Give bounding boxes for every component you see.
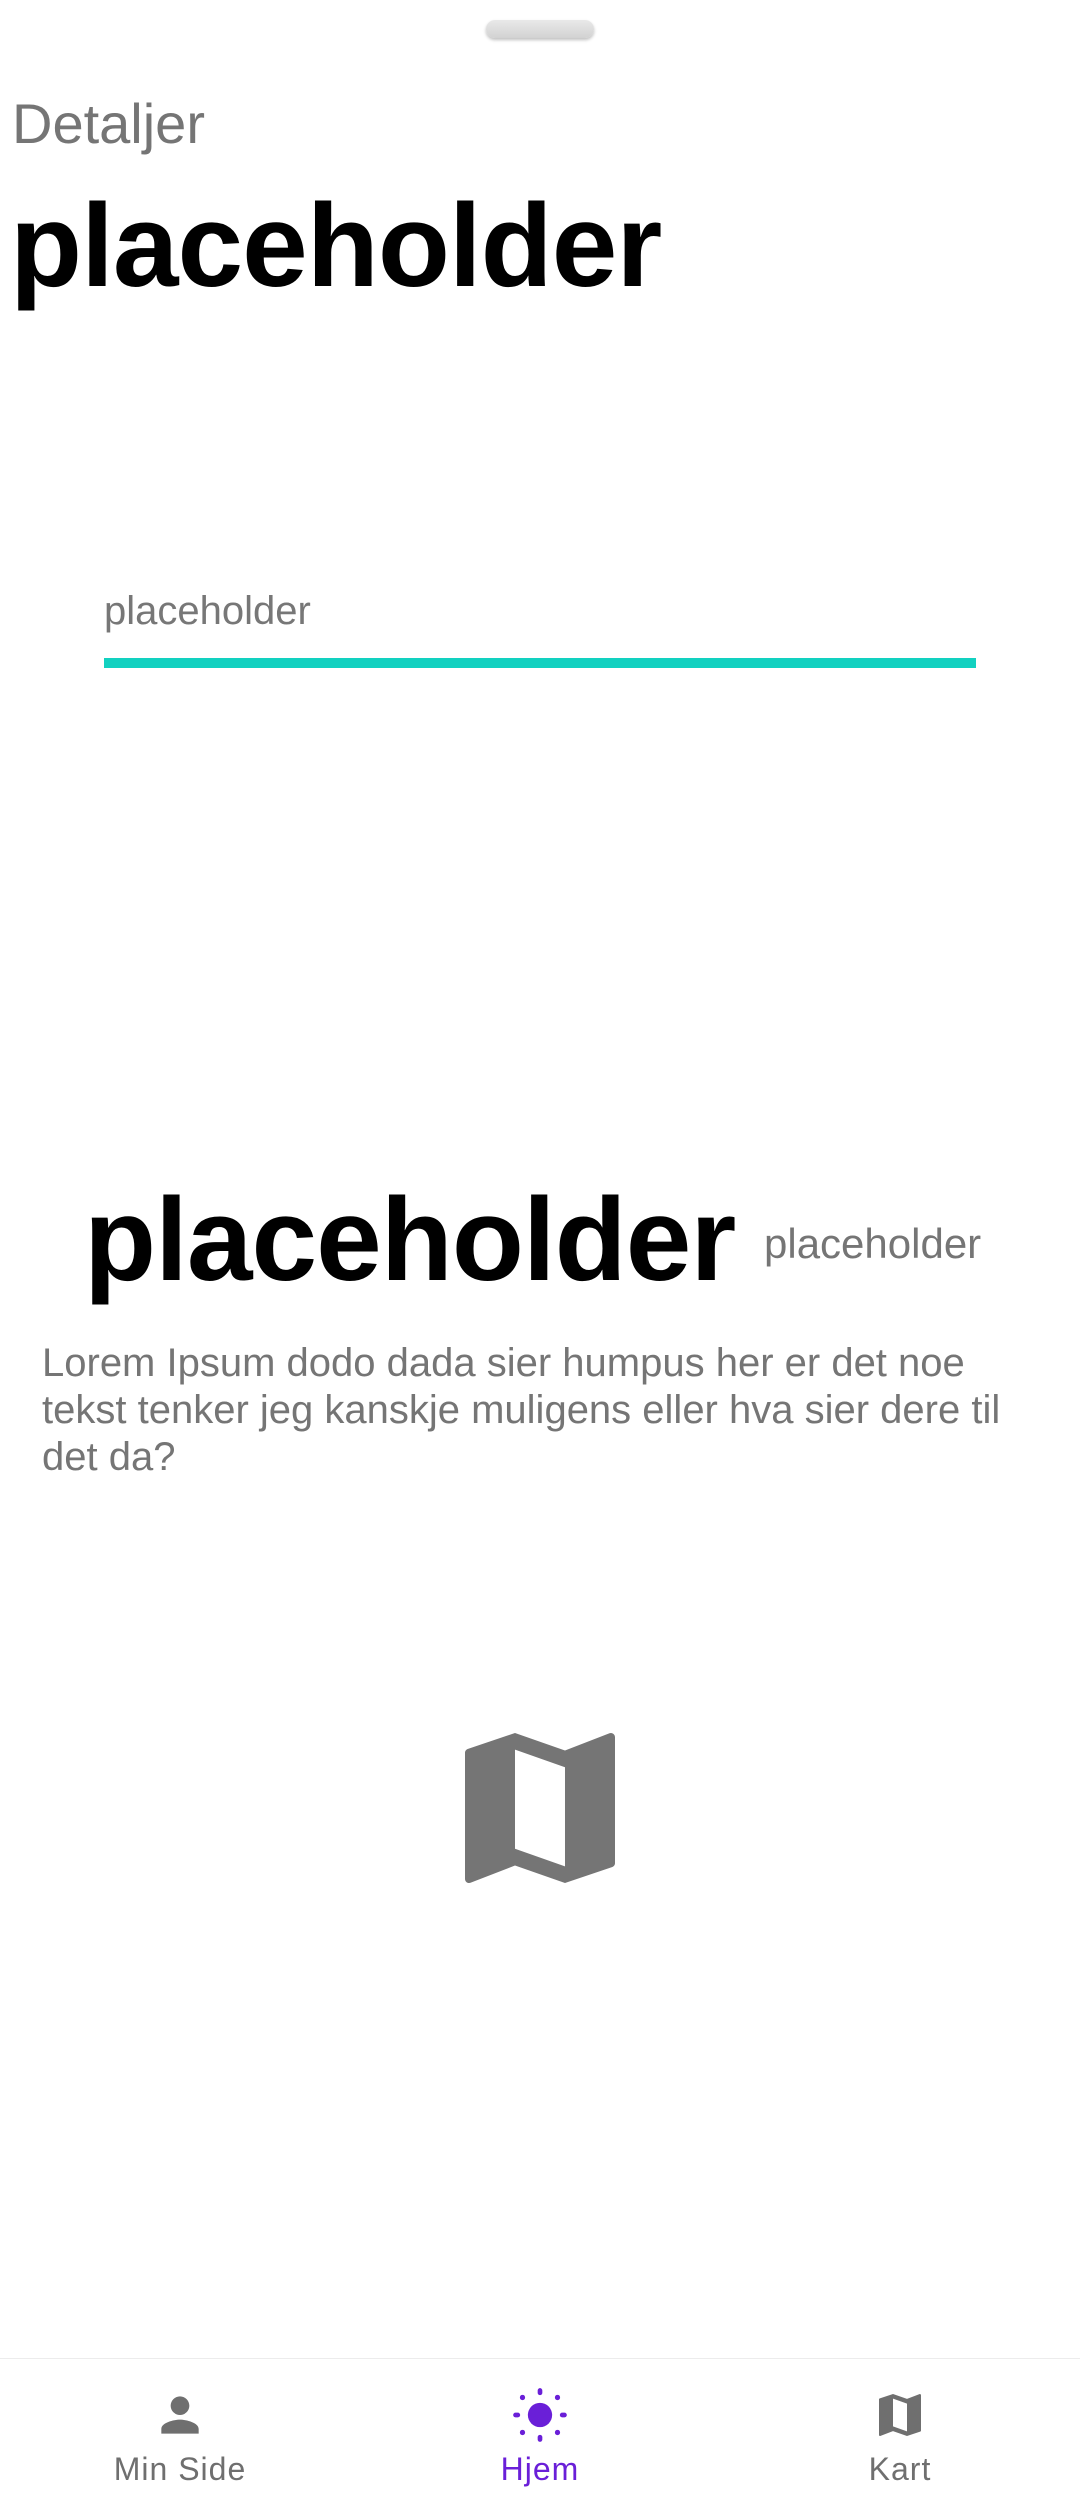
section-label: Detaljer — [12, 92, 205, 155]
map-icon — [440, 1708, 640, 1908]
primary-value: placeholder — [84, 1174, 736, 1306]
description-text: Lorem Ipsum dodo dada sier humpus her er… — [42, 1341, 1001, 1479]
nav-label-hjem: Hjem — [500, 2451, 580, 2487]
nav-label-min-side: Min Side — [113, 2451, 247, 2487]
map-icon — [879, 2394, 921, 2436]
text-field-container — [104, 576, 976, 672]
nav-item-hjem[interactable]: Hjem — [360, 2359, 720, 2507]
secondary-value: placeholder — [764, 1220, 982, 1267]
sheet-drag-handle[interactable] — [486, 20, 594, 38]
bottom-sheet-screen: Detaljer placeholder placeholder placeho… — [0, 0, 1080, 2507]
page-title: placeholder — [10, 180, 662, 312]
nav-item-min-side[interactable]: Min Side — [0, 2359, 360, 2507]
bottom-navigation: Min Side Hjem Kart — [0, 2358, 1080, 2507]
person-icon — [161, 2396, 199, 2434]
input-underline — [104, 658, 976, 668]
sun-icon — [513, 2388, 567, 2442]
nav-item-kart[interactable]: Kart — [720, 2359, 1080, 2507]
text-input[interactable] — [104, 576, 976, 646]
nav-label-kart: Kart — [868, 2451, 932, 2487]
